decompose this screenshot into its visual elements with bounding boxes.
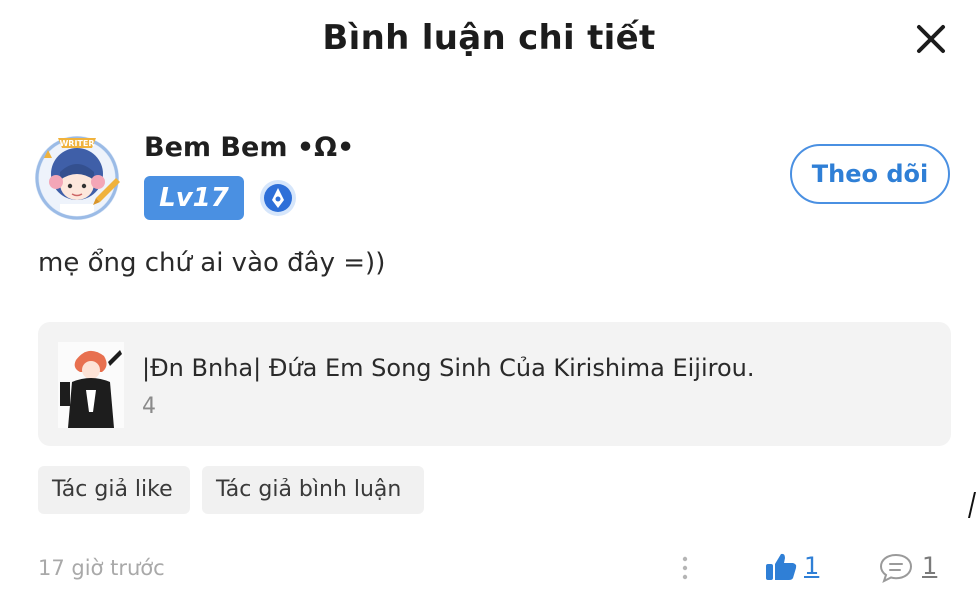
story-thumbnail [58,342,124,428]
comment-text: mẹ ổng chứ ai vào đây =)) [38,248,386,278]
close-button[interactable] [914,22,948,56]
story-count: 4 [142,394,156,419]
footer: 17 giờ trước 1 1 [38,548,948,588]
story-card[interactable]: |Đn Bnha| Đứa Em Song Sinh Của Kirishima… [38,322,951,446]
reply-count: 1 [922,552,938,580]
thumbs-up-icon [766,553,797,580]
like-button[interactable]: 1 [764,548,854,588]
reply-button[interactable]: 1 [878,548,948,588]
comment-bubble-icon [879,553,913,583]
tag-author-like[interactable]: Tác giả like [38,466,190,514]
timestamp: 17 giờ trước [38,556,165,580]
follow-button[interactable]: Theo dõi [790,144,950,204]
level-badge: Lv17 [144,176,244,220]
close-icon [917,25,945,53]
more-button[interactable] [678,554,692,582]
tag-author-comment[interactable]: Tác giả bình luận [202,466,424,514]
page-title: Bình luận chi tiết [322,18,656,58]
medal [258,178,298,218]
header: Bình luận chi tiết [0,0,978,90]
avatar[interactable]: WRITER [30,128,124,222]
scroll-edge-marker [968,492,976,518]
like-count: 1 [804,552,820,580]
author-section: WRITER Bem Bem •Ω• Lv17 Theo dõi [30,128,950,228]
more-vertical-icon [682,556,688,580]
story-title: |Đn Bnha| Đứa Em Song Sinh Của Kirishima… [142,354,755,382]
username[interactable]: Bem Bem •Ω• [144,132,354,163]
avatar-image: WRITER [35,136,120,220]
avatar-badge-text: WRITER [59,139,94,148]
pen-medal-icon [260,180,296,216]
